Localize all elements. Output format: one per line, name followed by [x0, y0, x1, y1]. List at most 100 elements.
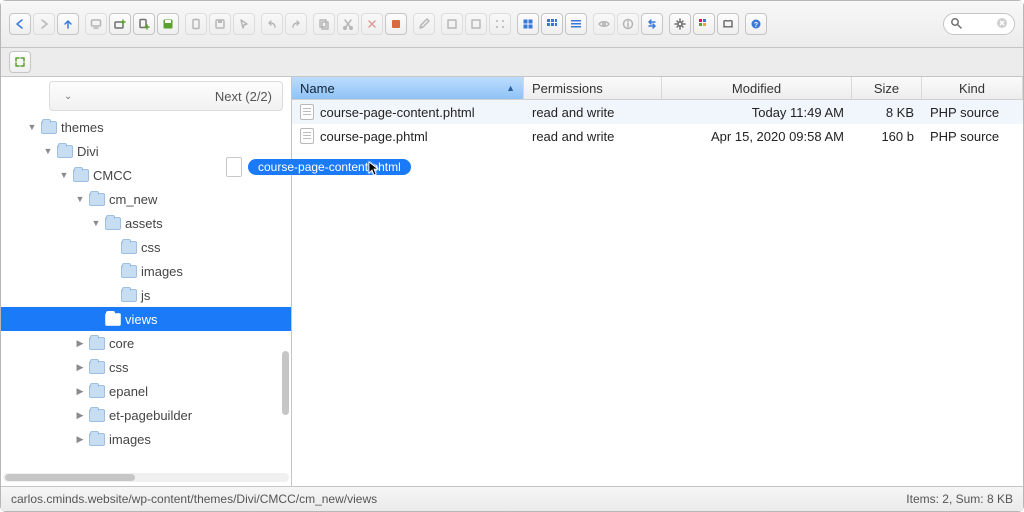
search-icon	[950, 17, 962, 32]
app-icon[interactable]	[385, 13, 407, 35]
tree-item-label: core	[109, 336, 283, 351]
file-size: 8 KB	[852, 105, 922, 120]
undo-icon[interactable]	[261, 13, 283, 35]
edit-icon[interactable]	[413, 13, 435, 35]
folder-icon	[105, 313, 121, 326]
tree-item-divi[interactable]: ▼Divi	[1, 139, 291, 163]
forward-button[interactable]	[33, 13, 55, 35]
delete-icon[interactable]	[361, 13, 383, 35]
file-list-header[interactable]: Name ▲ Permissions Modified Size Kind	[292, 77, 1023, 100]
apps-icon[interactable]	[693, 13, 715, 35]
tree-item-label: js	[141, 288, 283, 303]
disclosure-icon[interactable]: ▼	[59, 170, 69, 180]
disclosure-icon[interactable]: ▶	[75, 338, 85, 349]
folder-icon	[73, 169, 89, 182]
tree-item-label: images	[109, 432, 283, 447]
folder-icon	[41, 121, 57, 134]
page-icon[interactable]	[185, 13, 207, 35]
select-dashed-icon[interactable]	[465, 13, 487, 35]
help-icon[interactable]: ?	[745, 13, 767, 35]
file-modified: Apr 15, 2020 09:58 AM	[662, 129, 852, 144]
file-rows[interactable]: course-page-content.phtmlread and writeT…	[292, 100, 1023, 486]
disclosure-icon[interactable]: ▼	[75, 194, 85, 204]
pointer-icon[interactable]	[233, 13, 255, 35]
view-list-icon[interactable]	[565, 13, 587, 35]
gear-icon[interactable]	[669, 13, 691, 35]
folder-icon	[121, 289, 137, 302]
column-kind[interactable]: Kind	[922, 77, 1023, 99]
folder-icon	[57, 145, 73, 158]
monitor-icon[interactable]	[85, 13, 107, 35]
tree-item-css[interactable]: css	[1, 235, 291, 259]
folder-tree[interactable]: ▼themes▼Divi▼CMCC▼cm_new▼assetscssimages…	[1, 111, 291, 473]
folder-icon	[105, 217, 121, 230]
folder-icon	[89, 193, 105, 206]
tree-item-label: css	[141, 240, 283, 255]
tree-scrollbar-vertical[interactable]	[282, 351, 289, 415]
view-large-icon[interactable]	[517, 13, 539, 35]
disclosure-icon[interactable]: ▶	[75, 362, 85, 373]
cut-icon[interactable]	[337, 13, 359, 35]
tree-nav-dropdown[interactable]: ⌄ Next (2/2)	[49, 81, 283, 111]
back-button[interactable]	[9, 13, 31, 35]
status-path: carlos.cminds.website/wp-content/themes/…	[11, 492, 377, 506]
view-small-icon[interactable]	[541, 13, 563, 35]
disclosure-icon[interactable]: ▶	[75, 386, 85, 397]
disclosure-icon[interactable]: ▼	[91, 218, 101, 228]
column-size[interactable]: Size	[852, 77, 922, 99]
clear-search-icon[interactable]	[996, 17, 1008, 32]
tree-item-css[interactable]: ▶ css	[1, 355, 291, 379]
tree-item-themes[interactable]: ▼themes	[1, 115, 291, 139]
book-icon[interactable]	[717, 13, 739, 35]
tree-item-views[interactable]: views	[1, 307, 291, 331]
tree-item-images[interactable]: images	[1, 259, 291, 283]
column-modified[interactable]: Modified	[662, 77, 852, 99]
arrows-icon[interactable]	[641, 13, 663, 35]
tree-item-js[interactable]: js	[1, 283, 291, 307]
fullscreen-icon[interactable]	[9, 51, 31, 73]
folder-tree-panel: ⌄ Next (2/2) ▼themes▼Divi▼CMCC▼cm_new▼as…	[1, 77, 292, 486]
copy-icon[interactable]	[313, 13, 335, 35]
main-split: ⌄ Next (2/2) ▼themes▼Divi▼CMCC▼cm_new▼as…	[1, 77, 1023, 486]
new-folder-icon[interactable]	[109, 13, 131, 35]
file-row[interactable]: course-page-content.phtmlread and writeT…	[292, 100, 1023, 124]
disclosure-icon[interactable]: ▶	[75, 410, 85, 421]
folder-icon	[89, 409, 105, 422]
tree-item-label: epanel	[109, 384, 283, 399]
tree-item-epanel[interactable]: ▶ epanel	[1, 379, 291, 403]
grid-dots-icon[interactable]	[489, 13, 511, 35]
tree-item-label: cm_new	[109, 192, 283, 207]
sort-asc-icon: ▲	[506, 83, 515, 93]
up-button[interactable]	[57, 13, 79, 35]
search-field[interactable]	[943, 13, 1015, 35]
tree-item-et-pagebuilder[interactable]: ▶ et-pagebuilder	[1, 403, 291, 427]
tree-item-images[interactable]: ▶ images	[1, 427, 291, 451]
disclosure-icon[interactable]: ▼	[27, 122, 37, 132]
column-name[interactable]: Name ▲	[292, 77, 524, 99]
select-rect-icon[interactable]	[441, 13, 463, 35]
tree-item-cm_new[interactable]: ▼ cm_new	[1, 187, 291, 211]
eye-icon[interactable]	[593, 13, 615, 35]
tree-item-label: css	[109, 360, 283, 375]
file-name: course-page.phtml	[320, 129, 428, 144]
status-bar: carlos.cminds.website/wp-content/themes/…	[1, 486, 1023, 511]
new-file-icon[interactable]	[133, 13, 155, 35]
save-icon[interactable]	[209, 13, 231, 35]
tree-item-core[interactable]: ▶ core	[1, 331, 291, 355]
toolbar: ?	[1, 1, 1023, 48]
tree-item-assets[interactable]: ▼assets	[1, 211, 291, 235]
tree-scrollbar-horizontal[interactable]	[3, 473, 289, 482]
file-row[interactable]: course-page.phtmlread and writeApr 15, 2…	[292, 124, 1023, 148]
disclosure-icon[interactable]: ▶	[75, 434, 85, 445]
tree-item-cmcc[interactable]: ▼CMCC	[1, 163, 291, 187]
info-icon[interactable]	[617, 13, 639, 35]
disclosure-icon[interactable]: ▼	[43, 146, 53, 156]
file-icon	[300, 104, 314, 120]
folder-icon	[89, 385, 105, 398]
folder-icon	[89, 433, 105, 446]
save-disk-icon[interactable]	[157, 13, 179, 35]
tree-item-label: et-pagebuilder	[109, 408, 283, 423]
column-permissions[interactable]: Permissions	[524, 77, 662, 99]
redo-icon[interactable]	[285, 13, 307, 35]
sub-toolbar	[1, 48, 1023, 77]
